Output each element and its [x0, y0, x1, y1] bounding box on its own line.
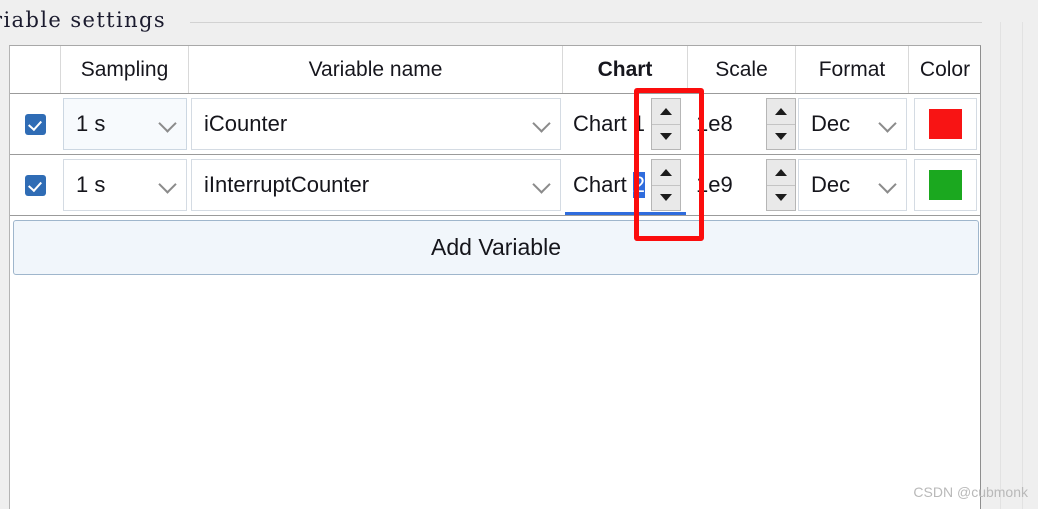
triangle-up-icon [660, 107, 673, 115]
header-cell-checkbox [10, 46, 61, 93]
triangle-up-icon [775, 168, 787, 176]
vertical-guide-1 [1000, 22, 1001, 509]
chevron-down-icon [878, 114, 897, 133]
triangle-up-icon [660, 168, 673, 176]
scale-cell: 1e9 [688, 155, 796, 215]
page-title: riable settings [0, 8, 167, 32]
chevron-down-icon [532, 175, 551, 194]
chevron-down-icon [878, 175, 897, 194]
left-gutter [0, 44, 9, 509]
chart-spinner-down-button[interactable] [652, 184, 681, 211]
sampling-value: 1 s [76, 111, 106, 136]
sampling-cell: 1 s [61, 155, 189, 215]
chevron-down-icon [158, 114, 177, 133]
chart-number-value[interactable]: 2 [632, 172, 646, 198]
row-enable-checkbox-cell[interactable] [10, 94, 61, 154]
color-swatch [929, 170, 962, 200]
header-cell-variable-name: Variable name [189, 46, 563, 93]
variable-name-value: iCounter [204, 111, 288, 136]
triangle-down-icon [660, 133, 673, 141]
vertical-guide-2 [1022, 22, 1023, 509]
application-root: riable settings Sampling Variable name C… [0, 0, 1038, 509]
table-header-row: Sampling Variable name Chart Scale Forma… [10, 46, 980, 94]
right-chrome-area [982, 0, 1038, 509]
header-cell-chart: Chart [563, 46, 688, 93]
scale-spinner-up-button[interactable] [767, 160, 795, 185]
row-enable-checkbox-cell[interactable] [10, 155, 61, 215]
chart-number-spinner[interactable] [651, 98, 682, 150]
variable-name-cell: iInterruptCounter [189, 155, 563, 215]
scale-spinner-down-button[interactable] [767, 184, 795, 211]
add-variable-label: Add Variable [431, 234, 561, 260]
sampling-select[interactable]: 1 s [63, 98, 187, 150]
chart-cell: Chart 1 [563, 94, 688, 154]
chart-field-focus-underline [565, 212, 686, 215]
groupbox-separator-line [190, 22, 1018, 23]
scale-value[interactable]: 1e8 [696, 111, 766, 137]
header-cell-sampling: Sampling [61, 46, 189, 93]
triangle-down-icon [775, 194, 787, 202]
table-row: 1 s iCounter Chart 1 1e8 Dec [10, 94, 980, 155]
chart-label: Chart [573, 111, 627, 136]
format-value: Dec [811, 111, 851, 136]
chart-number-value[interactable]: 1 [633, 111, 645, 137]
chart-spinner-down-button[interactable] [652, 123, 681, 150]
scale-cell: 1e8 [688, 94, 796, 154]
color-cell [909, 94, 980, 154]
triangle-up-icon [775, 107, 787, 115]
chart-label: Chart [573, 172, 627, 197]
chart-number-spinner[interactable] [651, 159, 682, 211]
sampling-cell: 1 s [61, 94, 189, 154]
triangle-down-icon [775, 133, 787, 141]
triangle-down-icon [660, 194, 673, 202]
scale-value[interactable]: 1e9 [696, 172, 766, 198]
format-select[interactable]: Dec [798, 159, 907, 211]
table-row: 1 s iInterruptCounter Chart 2 1e9 Dec [10, 155, 980, 216]
scale-spinner[interactable] [766, 159, 796, 211]
variables-table: Sampling Variable name Chart Scale Forma… [10, 46, 980, 275]
variable-settings-panel: Sampling Variable name Chart Scale Forma… [9, 45, 981, 509]
scale-spinner-down-button[interactable] [767, 123, 795, 150]
chart-spinner-up-button[interactable] [652, 160, 680, 185]
header-cell-format: Format [796, 46, 909, 93]
groupbox-header: riable settings [0, 0, 1038, 44]
format-cell: Dec [796, 94, 909, 154]
color-picker-button[interactable] [914, 159, 977, 211]
scale-spinner[interactable] [766, 98, 796, 150]
color-picker-button[interactable] [914, 98, 977, 150]
variable-name-cell: iCounter [189, 94, 563, 154]
chevron-down-icon [532, 114, 551, 133]
format-cell: Dec [796, 155, 909, 215]
sampling-value: 1 s [76, 172, 106, 197]
row-enable-checkbox[interactable] [25, 113, 46, 135]
variable-name-value: iInterruptCounter [204, 172, 370, 197]
color-swatch [929, 109, 962, 139]
variable-name-select[interactable]: iCounter [191, 98, 561, 150]
variable-name-select[interactable]: iInterruptCounter [191, 159, 561, 211]
header-cell-scale: Scale [688, 46, 796, 93]
chart-cell: Chart 2 [563, 155, 688, 215]
scale-spinner-up-button[interactable] [767, 99, 795, 124]
color-cell [909, 155, 980, 215]
format-select[interactable]: Dec [798, 98, 907, 150]
watermark-text: CSDN @cubmonk [913, 484, 1028, 500]
add-variable-button[interactable]: Add Variable [13, 220, 979, 275]
row-enable-checkbox[interactable] [25, 174, 46, 196]
chart-spinner-up-button[interactable] [652, 99, 680, 124]
header-cell-color: Color [909, 46, 980, 93]
chevron-down-icon [158, 175, 177, 194]
sampling-select[interactable]: 1 s [63, 159, 187, 211]
format-value: Dec [811, 172, 851, 197]
